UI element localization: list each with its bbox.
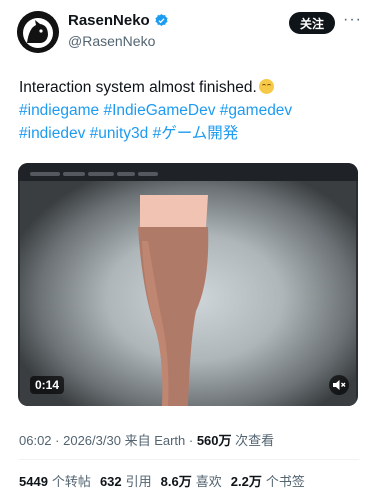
author-row: RasenNeko	[68, 12, 169, 29]
bookmarks-stat[interactable]: 2.2万 个书签	[231, 471, 305, 490]
hashtags-line-1: #indiegame #IndieGameDev #gamedev	[19, 99, 359, 122]
likes-stat[interactable]: 8.6万 喜欢	[161, 471, 222, 490]
engagement-stats: 5449 个转帖 632 引用 8.6万 喜欢 2.2万 个书签	[19, 471, 305, 490]
tweet-text: Interaction system almost finished. #ind…	[19, 76, 359, 145]
tweet-body-line: Interaction system almost finished.	[19, 76, 359, 99]
avatar[interactable]	[17, 11, 59, 53]
author-handle[interactable]: @RasenNeko	[68, 33, 155, 49]
retweets-stat[interactable]: 5449 个转帖	[19, 471, 91, 490]
video-duration: 0:14	[30, 376, 65, 394]
black-cat-avatar-icon	[17, 11, 59, 53]
hashtag-link[interactable]: #indiedev	[19, 125, 85, 142]
mute-button[interactable]	[329, 375, 349, 395]
verified-badge-icon	[155, 13, 168, 26]
leg-figure-image	[138, 195, 209, 406]
quotes-stat[interactable]: 632 引用	[100, 471, 152, 490]
hashtag-link[interactable]: #IndieGameDev	[103, 102, 215, 119]
hashtag-link[interactable]: #unity3d	[90, 125, 149, 142]
hashtag-link[interactable]: #ゲーム開発	[153, 125, 239, 142]
tweet-meta: 06:02 · 2026/3/30 来自 Earth · 560万 次查看	[19, 433, 275, 448]
divider	[19, 459, 359, 460]
video-player[interactable]	[18, 163, 358, 406]
views-count: 560万	[196, 433, 232, 448]
hashtags-line-2: #indiedev #unity3d #ゲーム開発	[19, 122, 359, 145]
video-frame	[20, 181, 356, 406]
follow-button[interactable]: 关注	[289, 12, 335, 34]
relieved-face-emoji-icon	[258, 79, 274, 94]
more-horizontal-icon[interactable]: ···	[343, 12, 361, 32]
tweet-time[interactable]: 06:02	[19, 433, 52, 448]
tweet-date[interactable]: 2026/3/30	[63, 433, 121, 448]
author-name[interactable]: RasenNeko	[68, 12, 150, 29]
tweet-body: Interaction system almost finished.	[19, 79, 257, 96]
tweet-source: 来自 Earth	[124, 433, 186, 448]
hashtag-link[interactable]: #indiegame	[19, 102, 99, 119]
speaker-muted-icon	[333, 380, 346, 390]
editor-toolbar	[18, 163, 358, 181]
hashtag-link[interactable]: #gamedev	[220, 102, 292, 119]
views-label: 次查看	[235, 433, 275, 448]
